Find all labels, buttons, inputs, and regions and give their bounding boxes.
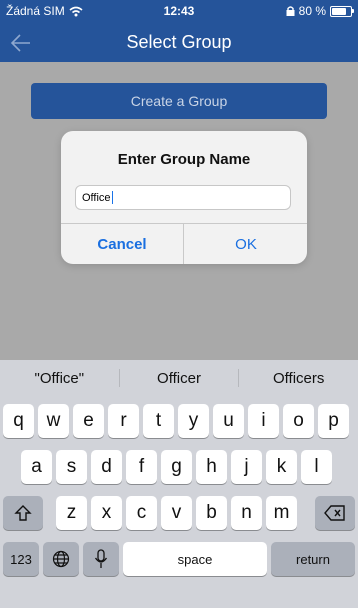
battery-icon: [330, 5, 354, 17]
key-z[interactable]: z: [56, 496, 87, 530]
key-t[interactable]: t: [143, 404, 174, 438]
key-q[interactable]: q: [3, 404, 34, 438]
suggestion-1[interactable]: "Office": [0, 370, 119, 387]
key-f[interactable]: f: [126, 450, 157, 484]
microphone-icon[interactable]: [83, 542, 119, 576]
key-u[interactable]: u: [213, 404, 244, 438]
key-n[interactable]: n: [231, 496, 262, 530]
key-p[interactable]: p: [318, 404, 349, 438]
cancel-button[interactable]: Cancel: [61, 224, 183, 264]
key-d[interactable]: d: [91, 450, 122, 484]
key-b[interactable]: b: [196, 496, 227, 530]
ok-button[interactable]: OK: [185, 224, 307, 264]
delete-key-icon[interactable]: [315, 496, 355, 530]
key-r[interactable]: r: [108, 404, 139, 438]
header-bar: Žádná SIM 12:43 80 % Select Group: [0, 0, 358, 62]
key-i[interactable]: i: [248, 404, 279, 438]
battery-level: [332, 7, 346, 15]
suggestion-bar: "Office" Officer Officers: [0, 360, 358, 396]
key-s[interactable]: s: [56, 450, 87, 484]
dialog-button-divider: [183, 224, 184, 264]
key-o[interactable]: o: [283, 404, 314, 438]
key-c[interactable]: c: [126, 496, 157, 530]
key-k[interactable]: k: [266, 450, 297, 484]
numbers-key[interactable]: 123: [3, 542, 39, 576]
key-v[interactable]: v: [161, 496, 192, 530]
key-a[interactable]: a: [21, 450, 52, 484]
key-e[interactable]: e: [73, 404, 104, 438]
keyboard: "Office" Officer Officers qwertyuiop asdf…: [0, 360, 358, 608]
shift-key-icon[interactable]: [3, 496, 43, 530]
key-l[interactable]: l: [301, 450, 332, 484]
dialog-title: Enter Group Name: [117, 151, 251, 168]
key-x[interactable]: x: [91, 496, 122, 530]
page-title: Select Group: [126, 32, 232, 52]
globe-icon[interactable]: [43, 542, 79, 576]
key-m[interactable]: m: [266, 496, 297, 530]
text-caret: [111, 191, 113, 204]
group-name-input[interactable]: Office: [75, 185, 291, 210]
key-y[interactable]: y: [178, 404, 209, 438]
return-key[interactable]: return: [271, 542, 355, 576]
app-screen: Žádná SIM 12:43 80 % Select Group Create…: [0, 0, 358, 360]
key-j[interactable]: j: [231, 450, 262, 484]
key-h[interactable]: h: [196, 450, 227, 484]
group-name-input-value: Office: [82, 191, 111, 204]
battery-percent: 80 %: [298, 4, 326, 18]
create-group-button[interactable]: Create a Group: [31, 83, 327, 119]
space-key[interactable]: space: [123, 542, 267, 576]
suggestion-2[interactable]: Officer: [120, 370, 239, 387]
key-g[interactable]: g: [161, 450, 192, 484]
suggestion-3[interactable]: Officers: [239, 370, 358, 387]
key-w[interactable]: w: [38, 404, 69, 438]
status-bar: Žádná SIM 12:43 80 %: [0, 0, 358, 20]
lock-rotation-icon: [286, 6, 295, 16]
enter-group-name-dialog: Enter Group Name Office Cancel OK: [61, 131, 307, 264]
